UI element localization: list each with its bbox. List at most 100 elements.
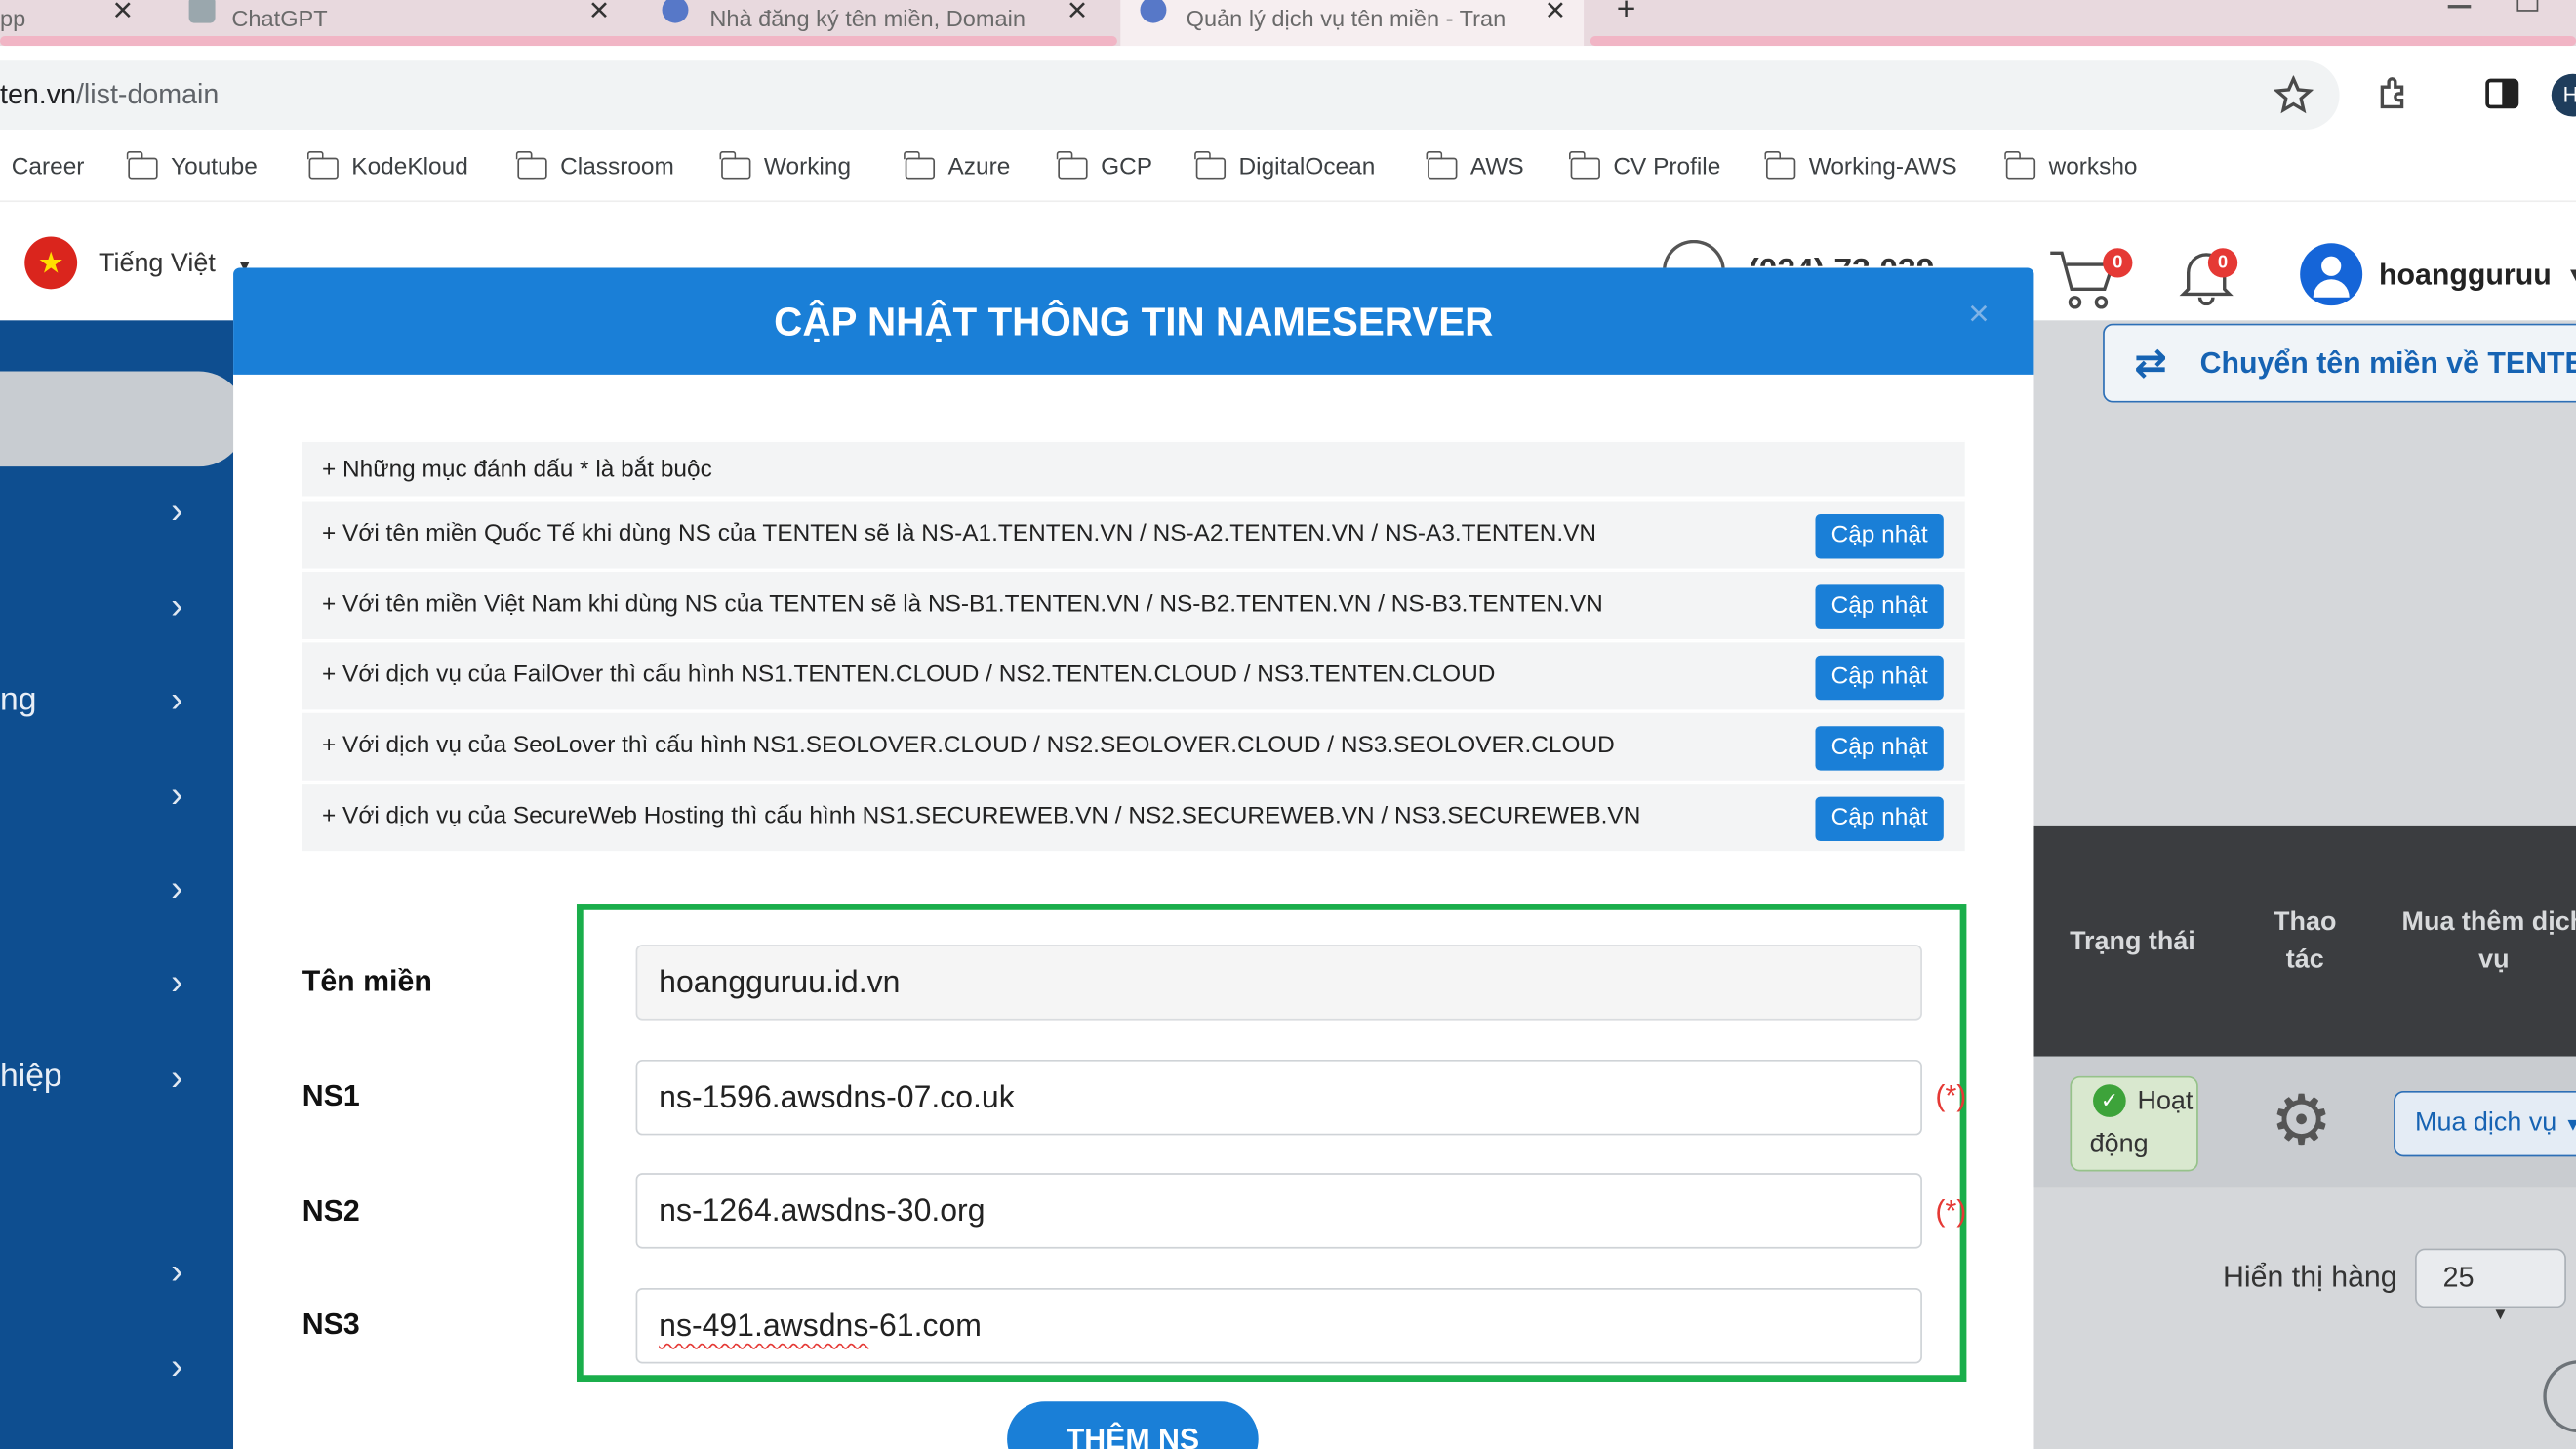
tab-domain-management-close-icon[interactable]: ✕ xyxy=(1545,0,1567,28)
add-ns-button[interactable]: THÊM NS xyxy=(1007,1401,1259,1449)
bookmark-working-aws[interactable]: Working-AWS xyxy=(1764,150,1957,181)
folder-icon xyxy=(1426,150,1458,179)
bookmark-career[interactable]: Career xyxy=(12,154,85,181)
tab-1[interactable]: pp xyxy=(0,0,99,36)
folder-icon xyxy=(1194,150,1227,179)
user-menu-chevron-icon[interactable]: ▼ xyxy=(2566,262,2576,286)
close-icon[interactable]: × xyxy=(1968,293,1990,336)
maximize-icon[interactable] xyxy=(2516,0,2539,12)
gear-icon[interactable]: ⚙ xyxy=(2271,1085,2332,1154)
extensions-icon[interactable] xyxy=(2376,74,2415,113)
sidebar-chevron-icon[interactable]: › xyxy=(171,1059,200,1095)
bookmark-azure[interactable]: Azure xyxy=(904,150,1011,181)
bookmark-kodekloud[interactable]: KodeKloud xyxy=(307,150,468,181)
tab-domain-registrar[interactable]: Nhà đăng ký tên miền, Domain xyxy=(709,0,1038,36)
vietnam-flag-icon: ★ xyxy=(24,236,78,290)
tab-domain-management-label: Quản lý dịch vụ tên miền - Tran xyxy=(1186,5,1507,31)
update-secureweb-button[interactable]: Cập nhật xyxy=(1815,796,1944,842)
folder-icon xyxy=(126,150,158,179)
ns3-label: NS3 xyxy=(302,1308,360,1341)
username[interactable]: hoangguruu xyxy=(2379,258,2552,292)
modal-title: CẬP NHẬT THÔNG TIN NAMESERVER xyxy=(774,301,1494,345)
buy-service-select[interactable]: Mua dịch vụ ▼ xyxy=(2394,1090,2576,1157)
folder-icon xyxy=(1764,150,1796,179)
bookmark-youtube[interactable]: Youtube xyxy=(126,150,258,181)
language-selector[interactable]: Tiếng Việt ▼ xyxy=(99,250,253,279)
sidebar-chevron-icon[interactable]: › xyxy=(171,1348,200,1384)
sidebar-chevron-icon[interactable]: › xyxy=(171,870,200,906)
tab-group-underline xyxy=(0,36,1117,47)
ns3-input[interactable]: ns-491.awsdns-61.com xyxy=(635,1288,1922,1364)
side-panel-icon[interactable] xyxy=(2484,77,2520,110)
folder-icon xyxy=(2004,150,2036,179)
bookmark-label: Classroom xyxy=(560,154,674,181)
address-bar[interactable] xyxy=(0,60,2340,131)
update-seolover-button[interactable]: Cập nhật xyxy=(1815,726,1944,771)
rows-per-page-label: Hiển thị hàng xyxy=(2223,1260,2397,1294)
ns1-required-mark: (*) xyxy=(1935,1079,1967,1112)
bookmark-cv-profile[interactable]: CV Profile xyxy=(1569,150,1720,181)
sidebar-chevron-icon[interactable]: › xyxy=(171,492,200,528)
bookmark-workshop[interactable]: worksho xyxy=(2004,150,2137,181)
sidebar-chevron-icon[interactable]: › xyxy=(171,777,200,813)
folder-icon xyxy=(307,150,339,179)
bookmark-label: Azure xyxy=(947,154,1011,181)
tab-domain-management[interactable]: Quản lý dịch vụ tên miền - Tran xyxy=(1187,0,1515,36)
sidebar-chevron-icon[interactable]: › xyxy=(171,1253,200,1289)
folder-icon xyxy=(1056,150,1088,179)
update-failover-button[interactable]: Cập nhật xyxy=(1815,655,1944,701)
column-header-buy-more: Mua thêm dịch vụ xyxy=(2392,904,2576,979)
update-tenten-international-button[interactable]: Cập nhật xyxy=(1815,513,1944,559)
sidebar-item-label[interactable]: ng xyxy=(0,682,36,720)
sidebar-active-item[interactable] xyxy=(0,371,247,467)
ns2-required-mark: (*) xyxy=(1935,1194,1967,1228)
minimize-icon[interactable] xyxy=(2447,5,2472,8)
sidebar-chevron-icon[interactable]: › xyxy=(171,963,200,999)
language-label: Tiếng Việt xyxy=(99,249,216,278)
required-note: + Những mục đánh dấu * là bắt buộc xyxy=(322,457,712,484)
update-tenten-vietnam-button[interactable]: Cập nhật xyxy=(1815,584,1944,629)
ns2-label: NS2 xyxy=(302,1194,360,1228)
bookmark-label: DigitalOcean xyxy=(1238,154,1376,181)
user-avatar[interactable] xyxy=(2300,243,2363,306)
ns1-input[interactable]: ns-1596.awsdns-07.co.uk xyxy=(635,1059,1922,1136)
sidebar-item-label[interactable]: hiệp xyxy=(0,1058,62,1096)
bookmark-label: KodeKloud xyxy=(351,154,468,181)
column-header-actions-line: Thao xyxy=(2274,908,2337,937)
tab-chatgpt[interactable]: ChatGPT xyxy=(231,0,560,36)
bookmark-star-icon[interactable] xyxy=(2274,75,2314,114)
ns-option-text: + Với dịch vụ của SecureWeb Hosting thì … xyxy=(322,803,1641,830)
tab-domain-registrar-close-icon[interactable]: ✕ xyxy=(1067,0,1089,28)
tab-chatgpt-label: ChatGPT xyxy=(231,5,328,31)
bookmark-label: GCP xyxy=(1101,154,1152,181)
bookmark-digitalocean[interactable]: DigitalOcean xyxy=(1194,150,1376,181)
column-header-actions-line: tác xyxy=(2285,946,2324,975)
ns-option-row: + Với dịch vụ của SeoLover thì cấu hình … xyxy=(302,711,1965,781)
new-tab-icon[interactable]: + xyxy=(1617,0,1636,29)
buy-service-label: Mua dịch vụ xyxy=(2415,1108,2557,1138)
ns1-label: NS1 xyxy=(302,1079,360,1112)
sidebar-chevron-icon[interactable]: › xyxy=(171,587,200,624)
domain-field[interactable]: hoangguruu.id.vn xyxy=(635,945,1922,1021)
domain-label: Tên miền xyxy=(302,964,432,998)
tab-chatgpt-close-icon[interactable]: ✕ xyxy=(588,0,611,28)
bookmark-gcp[interactable]: GCP xyxy=(1056,150,1152,181)
bookmark-classroom[interactable]: Classroom xyxy=(516,150,674,181)
url-text[interactable]: ten.vn/list-domain xyxy=(0,79,219,112)
hotline-phone: (024) 73 039 555 xyxy=(1748,250,1994,265)
ns2-input[interactable]: ns-1264.awsdns-30.org xyxy=(635,1173,1922,1249)
folder-icon xyxy=(904,150,936,179)
transfer-domain-label: Chuyển tên miền về TENTEN xyxy=(2199,345,2576,380)
bookmark-label: Working xyxy=(763,154,852,181)
rows-per-page-select[interactable]: 25 ▼ xyxy=(2415,1248,2566,1324)
folder-icon xyxy=(516,150,547,179)
transfer-domain-button[interactable]: ⇄ Chuyển tên miền về TENTEN xyxy=(2103,323,2576,403)
tab-1-close-icon[interactable]: ✕ xyxy=(111,0,134,28)
sidebar-chevron-icon[interactable]: › xyxy=(171,681,200,717)
status-text-line: động xyxy=(2089,1130,2149,1159)
cart-count-badge: 0 xyxy=(2103,248,2133,278)
column-header-buy-more-line: Mua thêm dịch xyxy=(2401,908,2576,937)
check-icon: ✓ xyxy=(2093,1084,2126,1117)
bookmark-working[interactable]: Working xyxy=(719,150,852,181)
bookmark-aws[interactable]: AWS xyxy=(1426,150,1524,181)
